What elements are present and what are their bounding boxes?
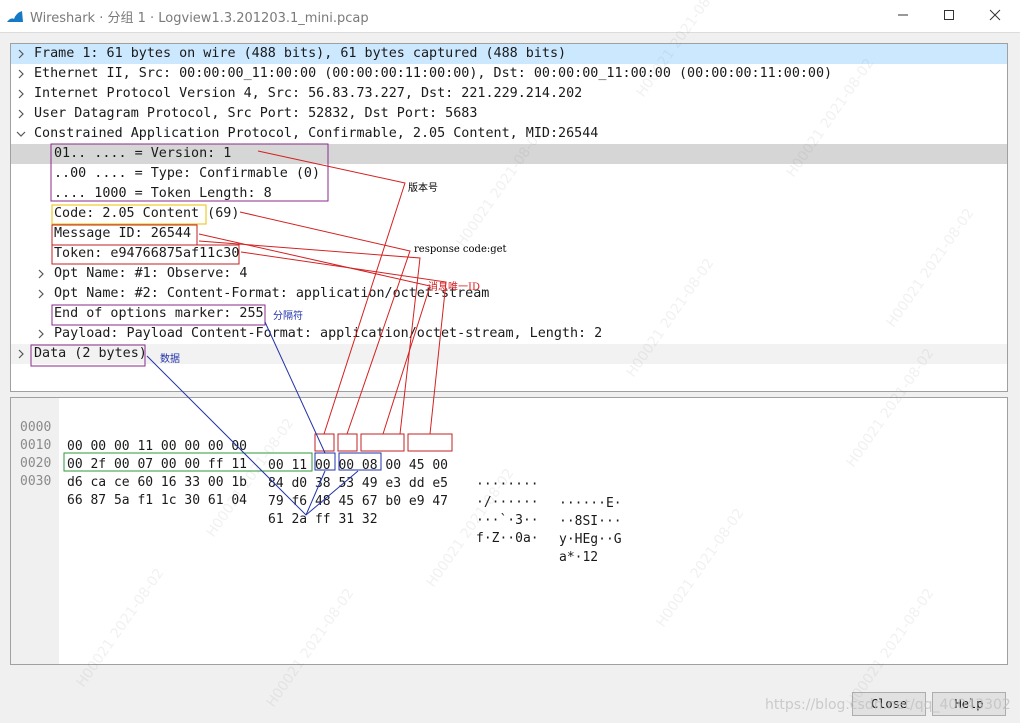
tree-item-label: Message ID: 26544	[54, 226, 192, 241]
tree-item-label: .... 1000 = Token Length: 8	[54, 186, 272, 201]
tree-item-opt-content-format[interactable]: Opt Name: #2: Content-Format: applicatio…	[11, 284, 1007, 304]
chevron-right-icon[interactable]	[36, 329, 46, 339]
tree-item-opt-observe[interactable]: Opt Name: #1: Observe: 4	[11, 264, 1007, 284]
chevron-right-icon[interactable]	[16, 89, 26, 99]
tree-item-label: Code: 2.05 Content (69)	[54, 206, 240, 221]
tree-item-label: Ethernet II, Src: 00:00:00_11:00:00 (00:…	[34, 66, 833, 81]
chevron-right-icon[interactable]	[36, 289, 46, 299]
tree-item-label: Opt Name: #1: Observe: 4	[54, 266, 248, 281]
annotation-label-end-marker: 分隔符	[273, 311, 303, 322]
hex-row[interactable]: 0030 66 87 5a f1 1c 30 61 04 61 2a ff 31…	[11, 453, 598, 565]
chevron-right-icon[interactable]	[16, 349, 26, 359]
tree-item-label: User Datagram Protocol, Src Port: 52832,…	[34, 106, 478, 121]
tree-item-label: 01.. .... = Version: 1	[54, 146, 232, 161]
minimize-icon	[898, 14, 908, 16]
tree-item-label: Token: e94766875af11c30	[54, 246, 240, 261]
hex-bytes[interactable]: 00 2f 00 07 00 00 ff 11	[67, 455, 247, 474]
hex-ascii[interactable]: y·HEg··G	[559, 530, 622, 549]
hex-ascii[interactable]: f·Z··0a·	[476, 529, 539, 548]
close-icon	[989, 9, 1001, 21]
close-window-button[interactable]	[972, 0, 1018, 30]
annotation-label-message-id: 消息唯一ID	[428, 282, 480, 293]
minimize-button[interactable]	[880, 0, 926, 30]
tree-item-label: Frame 1: 61 bytes on wire (488 bits), 61…	[34, 46, 567, 61]
wireshark-logo-icon	[6, 8, 24, 24]
hex-row[interactable]: 0020 d6 ca ce 60 16 33 00 1b 79 f6 48 45…	[11, 435, 622, 547]
chevron-right-icon[interactable]	[16, 69, 26, 79]
hex-bytes[interactable]: 00 11 00 00 08 00 45 00	[268, 456, 448, 475]
chevron-right-icon[interactable]	[16, 49, 26, 59]
hex-bytes[interactable]: 00 00 00 11 00 00 00 00	[67, 437, 247, 456]
chevron-right-icon[interactable]	[36, 269, 46, 279]
hex-ascii[interactable]: ··8SI···	[559, 512, 622, 531]
hex-dump-pane[interactable]: 0000 00 00 00 11 00 00 00 00 00 11 00 00…	[10, 397, 1008, 665]
tree-item-token[interactable]: Token: e94766875af11c30	[11, 244, 1007, 264]
tree-item-label: Data (2 bytes)	[34, 346, 147, 361]
tree-item-label: ..00 .... = Type: Confirmable (0)	[54, 166, 321, 181]
tree-item-payload[interactable]: Payload: Payload Content-Format: applica…	[11, 324, 1007, 344]
tree-item-label: Opt Name: #2: Content-Format: applicatio…	[54, 286, 490, 301]
tree-item-label: Internet Protocol Version 4, Src: 56.83.…	[34, 86, 583, 101]
tree-item-label: Payload: Payload Content-Format: applica…	[54, 326, 603, 341]
tree-item-code[interactable]: Code: 2.05 Content (69)	[11, 204, 1007, 224]
hex-bytes[interactable]: 61 2a ff 31 32	[268, 510, 378, 529]
tree-item-udp[interactable]: User Datagram Protocol, Src Port: 52832,…	[11, 104, 1007, 124]
tree-item-frame[interactable]: Frame 1: 61 bytes on wire (488 bits), 61…	[11, 44, 1007, 64]
hex-row[interactable]: 0010 00 2f 00 07 00 00 ff 11 84 d0 38 53…	[11, 417, 622, 529]
tree-item-message-id[interactable]: Message ID: 26544	[11, 224, 1007, 244]
tree-item-label: Constrained Application Protocol, Confir…	[34, 126, 599, 141]
maximize-icon	[944, 10, 954, 20]
hex-ascii[interactable]: a*·12	[559, 548, 598, 567]
maximize-button[interactable]	[926, 0, 972, 30]
hex-bytes[interactable]: d6 ca ce 60 16 33 00 1b	[67, 473, 247, 492]
annotation-label-version: 版本号	[408, 183, 438, 194]
annotation-label-data: 数据	[160, 354, 180, 365]
chevron-down-icon[interactable]	[16, 129, 26, 139]
blog-watermark: https://blog.csdn.net/qq_40043302	[765, 697, 1011, 713]
chevron-right-icon[interactable]	[16, 109, 26, 119]
hex-bytes[interactable]: 79 f6 48 45 67 b0 e9 47	[268, 492, 448, 511]
hex-row[interactable]: 0000 00 00 00 11 00 00 00 00 00 11 00 00…	[11, 399, 622, 511]
tree-item-end-marker[interactable]: End of options marker: 255	[11, 304, 1007, 324]
hex-ascii[interactable]: ······E·	[559, 494, 622, 513]
tree-item-coap[interactable]: Constrained Application Protocol, Confir…	[11, 124, 1007, 144]
title-bar: Wireshark · 分组 1 · Logview1.3.201203.1_m…	[0, 0, 1020, 33]
hex-bytes[interactable]: 84 d0 38 53 49 e3 dd e5	[268, 474, 448, 493]
packet-details-tree[interactable]: Frame 1: 61 bytes on wire (488 bits), 61…	[10, 43, 1008, 392]
tree-item-label: End of options marker: 255	[54, 306, 264, 321]
window-title: Wireshark · 分组 1 · Logview1.3.201203.1_m…	[30, 11, 369, 26]
hex-offset: 0030	[20, 474, 52, 489]
